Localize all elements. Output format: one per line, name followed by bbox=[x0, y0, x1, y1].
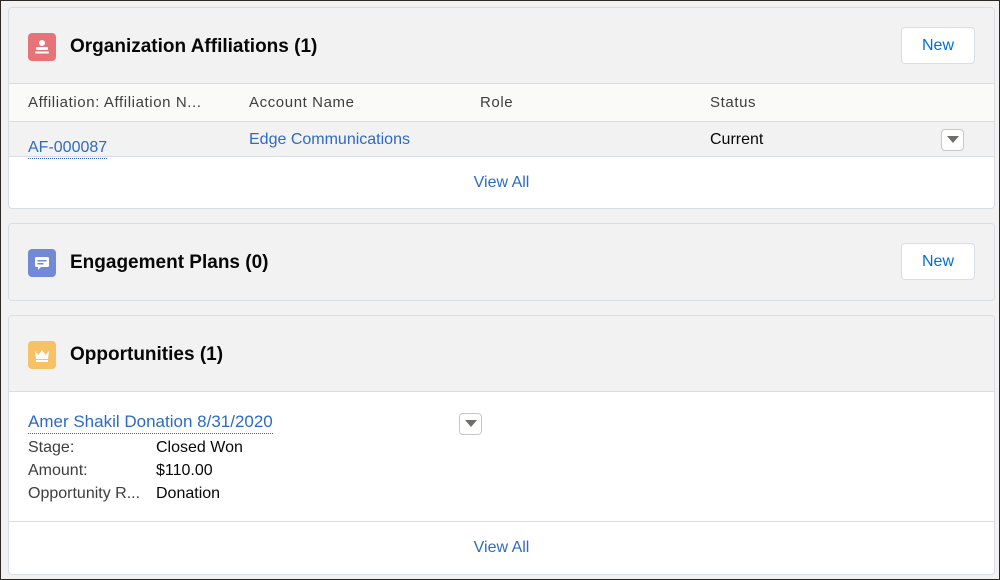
related-lists-panel: Organization Affiliations (1) New Affili… bbox=[0, 0, 1000, 580]
field-label: Amount: bbox=[28, 462, 88, 479]
chevron-down-icon bbox=[464, 420, 477, 427]
row-actions-button[interactable] bbox=[941, 129, 964, 151]
opportunity-tile: Amer Shakil Donation 8/31/2020 Stage: Cl… bbox=[9, 392, 994, 522]
chevron-down-icon bbox=[946, 136, 959, 143]
table-row: AF-000087 Edge Communications Current bbox=[9, 122, 994, 159]
engagement-plan-icon bbox=[28, 249, 56, 277]
new-affiliation-button[interactable]: New bbox=[901, 27, 975, 64]
affiliations-table-header: Affiliation: Affiliation N... Account Na… bbox=[9, 84, 994, 122]
status-cell: Current bbox=[710, 131, 764, 148]
opportunities-card: Opportunities (1) Amer Shakil Donation 8… bbox=[8, 315, 995, 575]
affiliations-view-all-link[interactable]: View All bbox=[9, 157, 994, 208]
field-value: Closed Won bbox=[156, 439, 243, 456]
field-value: Donation bbox=[156, 485, 221, 502]
column-header-role[interactable]: Role bbox=[480, 84, 513, 122]
new-engagement-plan-button[interactable]: New bbox=[901, 243, 975, 280]
opportunities-title: Opportunities (1) bbox=[70, 344, 224, 365]
organization-affiliations-card: Organization Affiliations (1) New Affili… bbox=[8, 7, 995, 209]
column-header-affiliation[interactable]: Affiliation: Affiliation N... bbox=[28, 84, 202, 122]
engagement-plans-header: Engagement Plans (0) New bbox=[9, 224, 994, 300]
opportunity-name-link[interactable]: Amer Shakil Donation 8/31/2020 bbox=[28, 412, 273, 434]
field-value: $110.00 bbox=[156, 462, 213, 479]
engagement-plans-card: Engagement Plans (0) New bbox=[8, 223, 995, 301]
field-label: Opportunity R... bbox=[28, 485, 141, 502]
opportunities-header: Opportunities (1) bbox=[9, 316, 994, 392]
organization-affiliations-header: Organization Affiliations (1) New bbox=[9, 8, 994, 84]
affiliation-icon bbox=[28, 33, 56, 61]
opportunities-view-all-link[interactable]: View All bbox=[9, 522, 994, 573]
affiliation-link[interactable]: AF-000087 bbox=[28, 139, 108, 159]
field-label: Stage: bbox=[28, 439, 75, 456]
column-header-status[interactable]: Status bbox=[710, 84, 756, 122]
opportunity-actions-button[interactable] bbox=[459, 413, 482, 435]
crown-icon bbox=[28, 341, 56, 369]
organization-affiliations-title: Organization Affiliations (1) bbox=[70, 36, 318, 57]
account-name-link[interactable]: Edge Communications bbox=[249, 122, 410, 157]
engagement-plans-title: Engagement Plans (0) bbox=[70, 252, 269, 273]
column-header-account-name[interactable]: Account Name bbox=[249, 84, 355, 122]
